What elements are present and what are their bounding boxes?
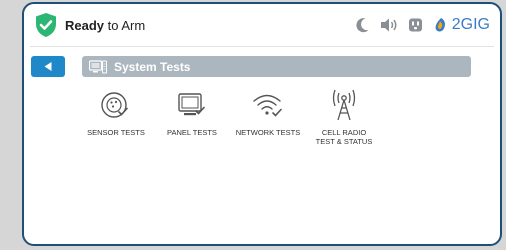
arm-status-rest: to Arm: [104, 18, 146, 33]
power-outlet-icon[interactable]: [408, 17, 423, 33]
page-title: System Tests: [114, 59, 191, 74]
back-button[interactable]: [31, 56, 65, 77]
back-arrow-icon: [44, 62, 52, 71]
arm-status-bold: Ready: [65, 18, 105, 33]
tile-label-panel-tests: PANEL TESTS: [167, 128, 217, 137]
page-title-bar: System Tests: [82, 56, 471, 77]
brand-name: 2GIG: [451, 16, 490, 33]
tile-cell-radio[interactable]: CELL RADIO TEST & STATUS: [306, 88, 382, 146]
header-divider: [30, 46, 494, 47]
system-tests-icon: [89, 59, 107, 73]
cell-radio-icon: [332, 89, 356, 121]
status-bar: Ready to Arm 2GIG: [24, 4, 500, 46]
sensor-check-icon: [101, 92, 128, 118]
shield-check-icon[interactable]: [34, 12, 58, 38]
tile-label-network-tests: NETWORK TESTS: [235, 128, 301, 137]
brand-logo: 2GIG: [433, 16, 490, 34]
status-icons: 2GIG: [356, 13, 490, 37]
tile-panel-tests[interactable]: PANEL TESTS: [154, 88, 230, 146]
test-tiles: SENSOR TESTS PANEL TESTS NETWORK TESTS C…: [78, 88, 382, 146]
main-panel: Ready to Arm 2GIG System Tests SENSOR TE…: [22, 2, 502, 246]
tile-label-sensor-tests: SENSOR TESTS: [87, 128, 145, 137]
tile-label-cell-radio: CELL RADIO TEST & STATUS: [315, 128, 373, 146]
tile-network-tests[interactable]: NETWORK TESTS: [230, 88, 306, 146]
moon-icon[interactable]: [356, 17, 370, 33]
arm-status[interactable]: Ready to Arm: [65, 18, 145, 33]
wifi-check-icon: [253, 94, 282, 117]
tile-sensor-tests[interactable]: SENSOR TESTS: [78, 88, 154, 146]
panel-check-icon: [178, 93, 205, 116]
brand-mark-icon: [435, 18, 445, 32]
volume-icon[interactable]: [380, 17, 398, 33]
